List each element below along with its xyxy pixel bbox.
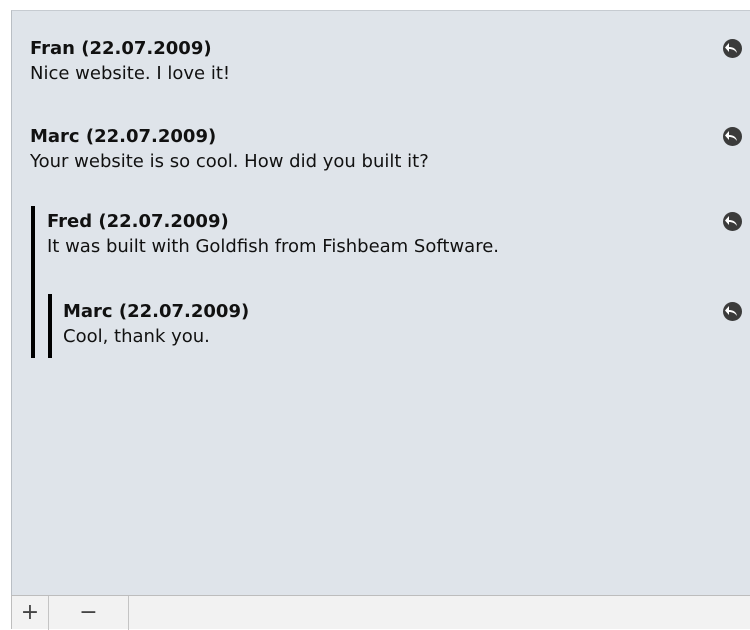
comment-author: Fred (22.07.2009) xyxy=(47,211,229,232)
thread-indent-bar xyxy=(48,294,52,358)
reply-arrow-icon[interactable] xyxy=(723,212,742,231)
comments-panel: Fran (22.07.2009) Nice website. I love i… xyxy=(11,10,750,595)
comment-text: Your website is so cool. How did you bui… xyxy=(30,151,429,172)
comment-author: Marc (22.07.2009) xyxy=(30,126,217,147)
reply-arrow-icon[interactable] xyxy=(723,39,742,58)
comment-text: Cool, thank you. xyxy=(63,326,210,347)
comment-item: Fred (22.07.2009) It was built with Gold… xyxy=(47,210,750,260)
reply-arrow-icon[interactable] xyxy=(723,302,742,321)
comment-text: Nice website. I love it! xyxy=(30,63,231,84)
comment-author: Marc (22.07.2009) xyxy=(63,301,250,322)
comment-item: Marc (22.07.2009) Cool, thank you. xyxy=(63,300,750,350)
comment-item: Fran (22.07.2009) Nice website. I love i… xyxy=(30,37,750,87)
reply-arrow-icon[interactable] xyxy=(723,127,742,146)
comment-text: It was built with Goldfish from Fishbeam… xyxy=(47,236,499,257)
comment-item: Marc (22.07.2009) Your website is so coo… xyxy=(30,125,750,175)
remove-comment-button[interactable]: − xyxy=(49,596,129,630)
comment-author: Fran (22.07.2009) xyxy=(30,38,212,59)
thread-indent-bar xyxy=(31,206,35,358)
comments-toolbar: + − xyxy=(11,595,750,630)
add-comment-button[interactable]: + xyxy=(12,596,49,630)
